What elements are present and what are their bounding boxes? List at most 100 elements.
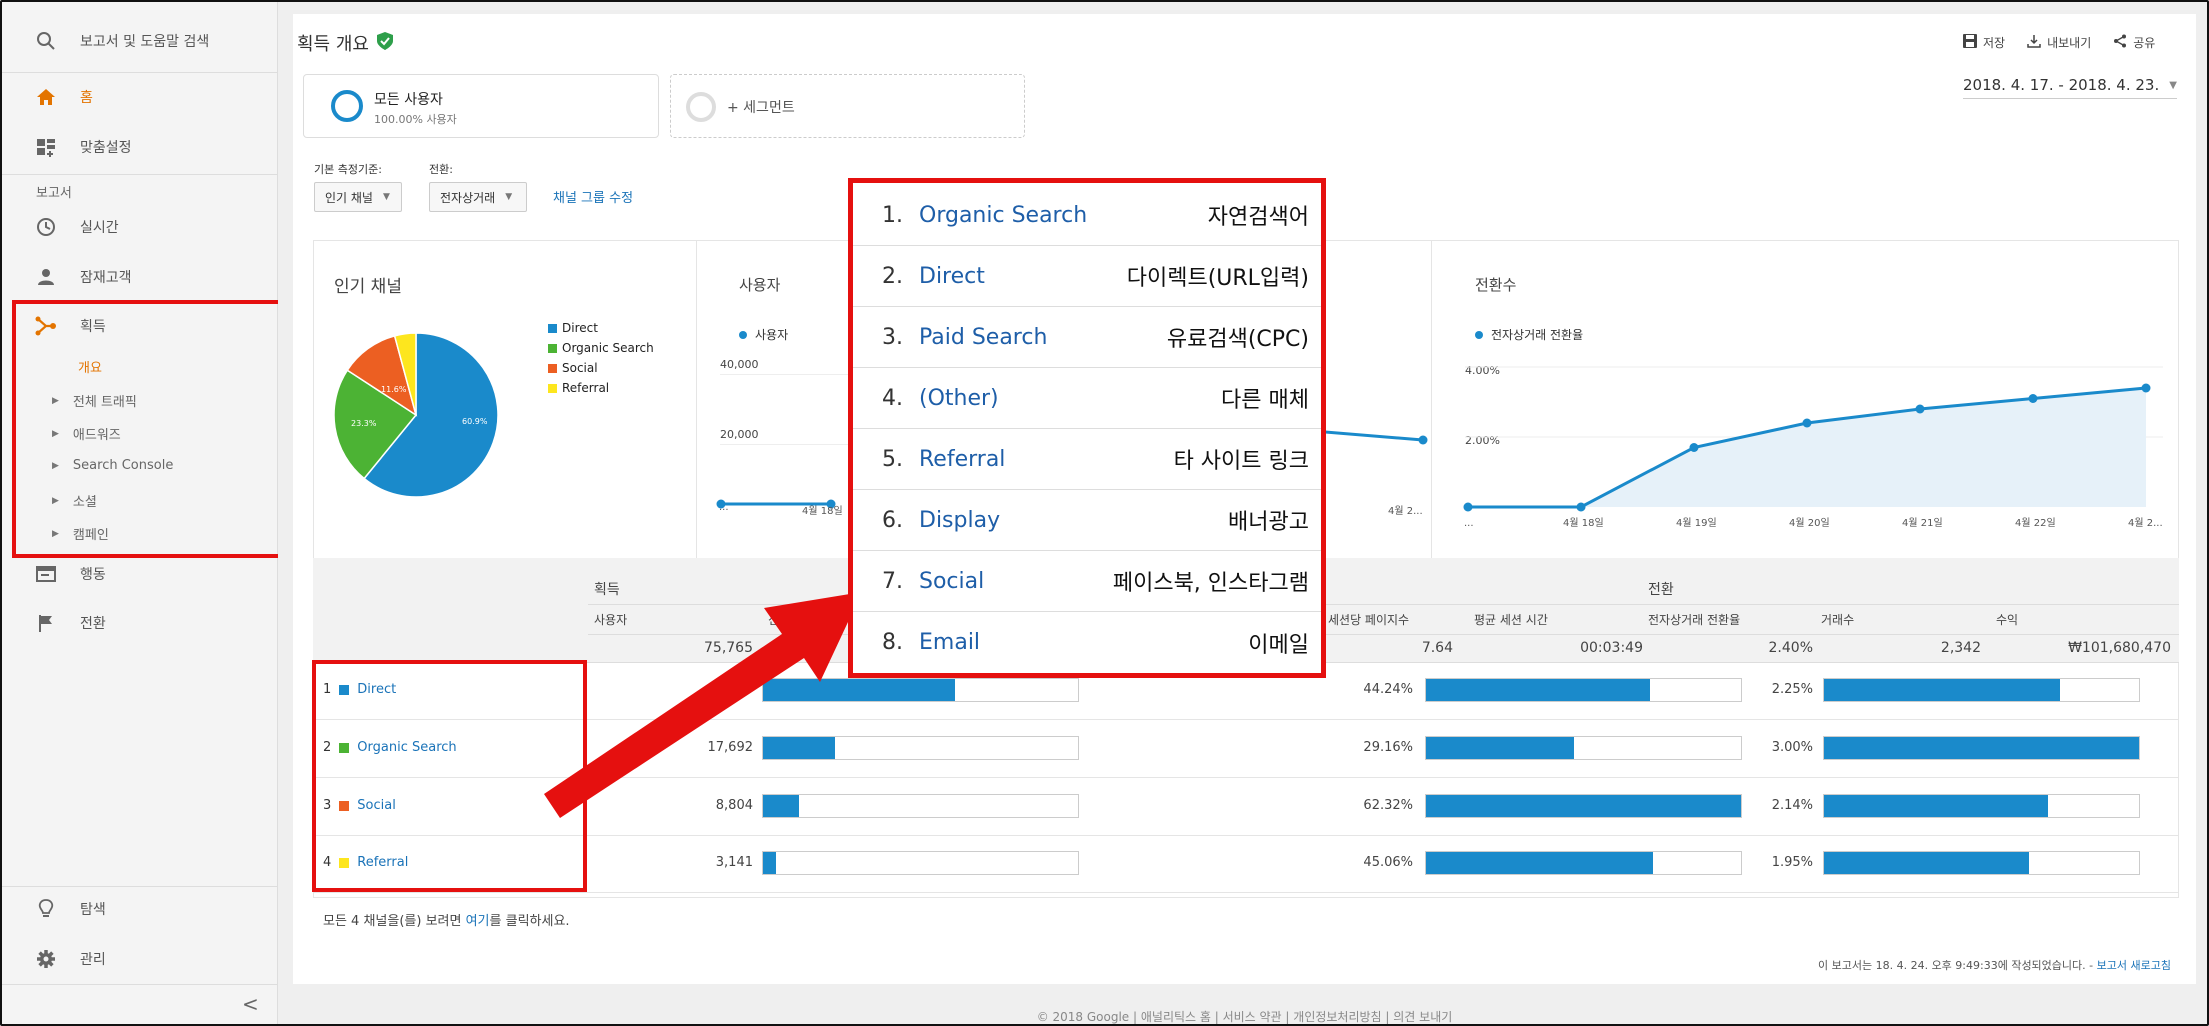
conv-x-tick: 4월 21일 bbox=[1902, 517, 1943, 529]
primary-dimension-value: 인기 채널 bbox=[325, 190, 373, 205]
primary-dimension-dropdown[interactable]: 인기 채널 ▼ bbox=[314, 182, 402, 212]
users-chart-legend: 사용자 bbox=[739, 326, 788, 343]
segment-name: 모든 사용자 bbox=[374, 92, 443, 108]
view-all-link[interactable]: 여기 bbox=[466, 914, 490, 929]
middle-line-fragment bbox=[1313, 429, 1428, 445]
page-footer: © 2018 Google | 애널리틱스 홈 | 서비스 약관 | 개인정보처… bbox=[1036, 1010, 1453, 1024]
row-metric-bar-fill bbox=[1426, 737, 1575, 759]
sidebar-item-discover[interactable]: 탐색 bbox=[2, 884, 278, 934]
conv-data-point bbox=[1576, 502, 1586, 512]
glossary-channel-name: Email bbox=[919, 630, 981, 655]
export-icon bbox=[2027, 34, 2041, 51]
total-conv-rate: 2.40% bbox=[1768, 640, 1813, 656]
col-pages-header[interactable]: 세션당 페이지수 bbox=[1328, 611, 1409, 628]
glossary-number: 3. bbox=[882, 324, 903, 350]
page-title: 획득 개요 bbox=[297, 30, 393, 56]
export-button[interactable]: 내보내기 bbox=[2047, 34, 2091, 51]
conv-y-tick: 4.00% bbox=[1465, 364, 1500, 377]
search-reports[interactable]: 보고서 및 도움말 검색 bbox=[2, 16, 278, 66]
save-button[interactable]: 저장 bbox=[1983, 34, 2005, 51]
row-conv-rate-bar bbox=[1823, 678, 2140, 702]
gear-icon bbox=[34, 947, 58, 971]
sidebar-item-conversions[interactable]: 전환 bbox=[2, 598, 278, 648]
users-y-tick: 20,000 bbox=[720, 428, 759, 441]
col-revenue-header[interactable]: 수익 bbox=[1996, 611, 2018, 628]
glossary-item: 1. Organic Search 자연검색어 bbox=[853, 185, 1321, 246]
share-button[interactable]: 공유 bbox=[2133, 34, 2155, 51]
col-conv-rate-header[interactable]: 전자상거래 전환율 bbox=[1648, 611, 1740, 628]
sidebar-item-audience[interactable]: 잠재고객 bbox=[2, 252, 278, 302]
pie-slice-label: 23.3% bbox=[351, 419, 377, 428]
pie-slice-label: 60.9% bbox=[462, 417, 488, 426]
glossary-channel-name: Display bbox=[919, 507, 1001, 533]
glossary-number: 4. bbox=[882, 385, 903, 411]
glossary-channel-name: Referral bbox=[919, 446, 1006, 472]
conv-data-point bbox=[1463, 502, 1473, 512]
collapse-sidebar-button[interactable]: < bbox=[242, 992, 259, 1016]
sidebar-item-customization[interactable]: 맞춤설정 bbox=[2, 122, 278, 172]
date-range-picker[interactable]: 2018. 4. 17. - 2018. 4. 23. ▼ bbox=[1963, 76, 2177, 99]
row-conv-rate: 3.00% bbox=[1771, 740, 1813, 755]
behavior-label: 행동 bbox=[80, 567, 106, 583]
sidebar-item-admin[interactable]: 관리 bbox=[2, 934, 278, 984]
conversion-dropdown[interactable]: 전자상거래 ▼ bbox=[429, 182, 527, 212]
footer-suffix: 를 클릭하세요. bbox=[489, 914, 570, 929]
audience-label: 잠재고객 bbox=[80, 270, 132, 286]
admin-label: 관리 bbox=[80, 952, 106, 968]
report-note: 이 보고서는 18. 4. 24. 오후 9:49:33에 작성되었습니다. - bbox=[1818, 959, 2094, 972]
pie-legend: Direct Organic Search Social Referral bbox=[548, 318, 654, 398]
sidebar-item-home[interactable]: 홈 bbox=[2, 72, 278, 122]
legend-swatch bbox=[548, 383, 557, 393]
edit-channel-group-link[interactable]: 채널 그룹 수정 bbox=[553, 187, 633, 206]
page-title-text: 획득 개요 bbox=[297, 34, 369, 55]
conv-x-tick: 4월 2... bbox=[2128, 517, 2163, 529]
total-revenue: ₩101,680,470 bbox=[2068, 640, 2171, 656]
channel-glossary-popup: 1. Organic Search 자연검색어 2. Direct 다이렉트(URL입력)… bbox=[848, 178, 1326, 678]
total-pages: 7.64 bbox=[1421, 640, 1453, 656]
date-range-text: 2018. 4. 17. - 2018. 4. 23. bbox=[1963, 76, 2160, 94]
glossary-channel-name: Direct bbox=[919, 263, 985, 289]
legend-dot-icon bbox=[739, 330, 747, 339]
segment-all-users[interactable]: 모든 사용자 100.00% 사용자 bbox=[303, 74, 659, 138]
refresh-report-link[interactable]: 보고서 새로고침 bbox=[2097, 959, 2171, 972]
glossary-korean-description: 이메일 bbox=[1248, 632, 1309, 658]
dashboard-grid-icon bbox=[34, 135, 58, 159]
glossary-korean-description: 타 사이트 링크 bbox=[1173, 449, 1309, 474]
glossary-number: 5. bbox=[882, 446, 903, 472]
row-conv-rate: 2.25% bbox=[1771, 682, 1813, 697]
glossary-number: 2. bbox=[882, 263, 903, 289]
users-chart-title: 사용자 bbox=[739, 276, 781, 294]
verified-shield-icon bbox=[376, 31, 393, 55]
glossary-number: 1. bbox=[882, 202, 903, 228]
sidebar-item-realtime[interactable]: 실시간 bbox=[2, 202, 278, 252]
legend-label: Direct bbox=[562, 321, 598, 335]
empty-ring-icon bbox=[686, 92, 716, 122]
conv-area-fill bbox=[1468, 388, 2146, 507]
behavior-icon bbox=[34, 562, 58, 586]
glossary-korean-description: 다이렉트(URL입력) bbox=[1126, 266, 1309, 291]
row-conv-rate-bar-fill bbox=[1824, 679, 2061, 701]
glossary-korean-description: 배너광고 bbox=[1228, 510, 1309, 535]
conv-x-tick: ... bbox=[1464, 518, 1474, 529]
row-conv-rate-bar-fill bbox=[1824, 795, 2048, 817]
pie-title: 인기 채널 bbox=[334, 277, 402, 297]
conv-data-point bbox=[1689, 443, 1699, 452]
legend-swatch bbox=[548, 343, 557, 353]
channel-pie-chart: 60.9% 23.3% 11.6% bbox=[333, 332, 499, 498]
row-users: 3,141 bbox=[715, 855, 753, 870]
legend-item: Direct bbox=[548, 318, 654, 338]
realtime-label: 실시간 bbox=[80, 220, 119, 236]
conversion-label: 전환: bbox=[429, 163, 453, 176]
row-users-bar bbox=[762, 851, 1079, 875]
row-metric-bar-fill bbox=[1426, 679, 1650, 701]
glossary-item: 3. Paid Search 유료검색(CPC) bbox=[853, 307, 1321, 368]
glossary-item: 4. (Other) 다른 매체 bbox=[853, 368, 1321, 429]
glossary-item: 2. Direct 다이렉트(URL입력) bbox=[853, 246, 1321, 307]
add-segment-button[interactable]: + 세그먼트 bbox=[670, 74, 1025, 138]
col-transactions-header[interactable]: 거래수 bbox=[1821, 611, 1854, 628]
conv-data-point bbox=[2141, 383, 2151, 393]
highlight-acquisition-box bbox=[12, 300, 287, 558]
conv-chart-legend: 전자상거래 전환율 bbox=[1475, 326, 1583, 343]
col-duration-header[interactable]: 평균 세션 시간 bbox=[1474, 611, 1548, 628]
conv-x-tick: 4월 20일 bbox=[1789, 517, 1830, 529]
